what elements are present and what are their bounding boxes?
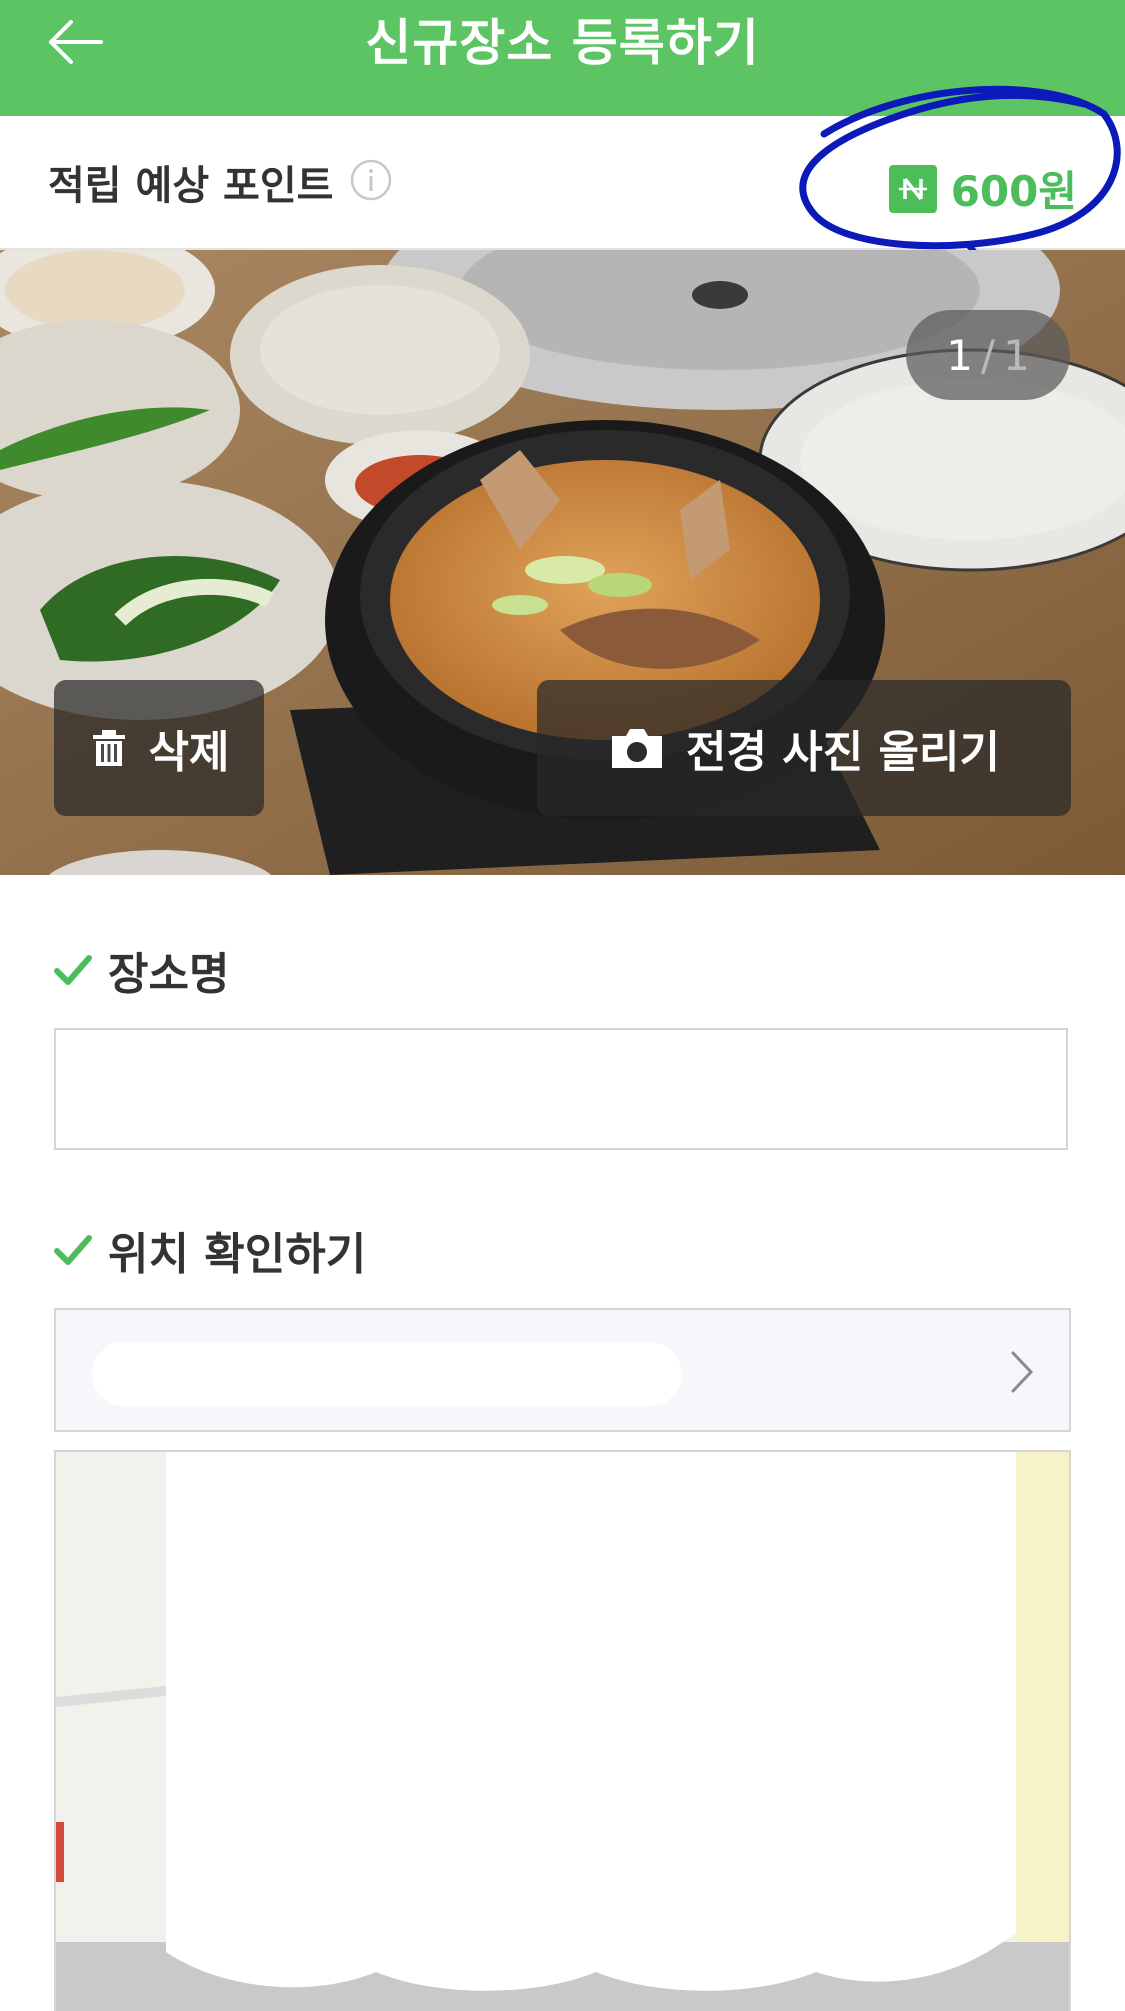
arrow-left-icon (49, 20, 103, 64)
address-redacted (92, 1342, 682, 1406)
location-label: 위치 확인하기 (54, 1218, 366, 1282)
points-bar: 적립 예상 포인트 600원 (0, 116, 1125, 250)
place-name-input[interactable] (54, 1028, 1068, 1150)
page-title: 신규장소 등록하기 (365, 14, 760, 72)
trash-icon (92, 730, 125, 766)
points-label: 적립 예상 포인트 (48, 163, 334, 209)
points-value: 600원 (888, 158, 1077, 219)
delete-photo-button[interactable]: 삭제 (54, 680, 264, 816)
delete-photo-label: 삭제 (148, 727, 230, 778)
location-label-text: 위치 확인하기 (108, 1229, 367, 1280)
photo-page-separator: / (980, 330, 996, 380)
upload-photo-label: 전경 사진 올리기 (686, 727, 1000, 778)
place-name-label-text: 장소명 (108, 949, 230, 1000)
map-preview (56, 1452, 1069, 2011)
place-photo: 1 / 1 삭제 전경 사진 올리기 (0, 250, 1125, 875)
upload-storefront-photo-button[interactable]: 전경 사진 올리기 (537, 680, 1071, 816)
checkmark-icon (54, 955, 92, 985)
photo-page-counter: 1 / 1 (906, 310, 1070, 400)
photo-total-pages: 1 (1003, 330, 1030, 380)
app-header: 신규장소 등록하기 (0, 0, 1125, 116)
naver-n-icon (888, 164, 937, 213)
location-address-row[interactable] (54, 1308, 1071, 1432)
chevron-right-icon (1011, 1351, 1034, 1393)
info-icon[interactable] (350, 159, 392, 201)
points-amount: 600원 (950, 167, 1077, 216)
camera-icon (612, 729, 662, 768)
place-name-label: 장소명 (54, 938, 229, 1002)
checkmark-icon (54, 1235, 92, 1265)
back-button[interactable] (40, 10, 110, 74)
location-map[interactable] (54, 1450, 1071, 2011)
photo-current-page: 1 (946, 330, 973, 380)
